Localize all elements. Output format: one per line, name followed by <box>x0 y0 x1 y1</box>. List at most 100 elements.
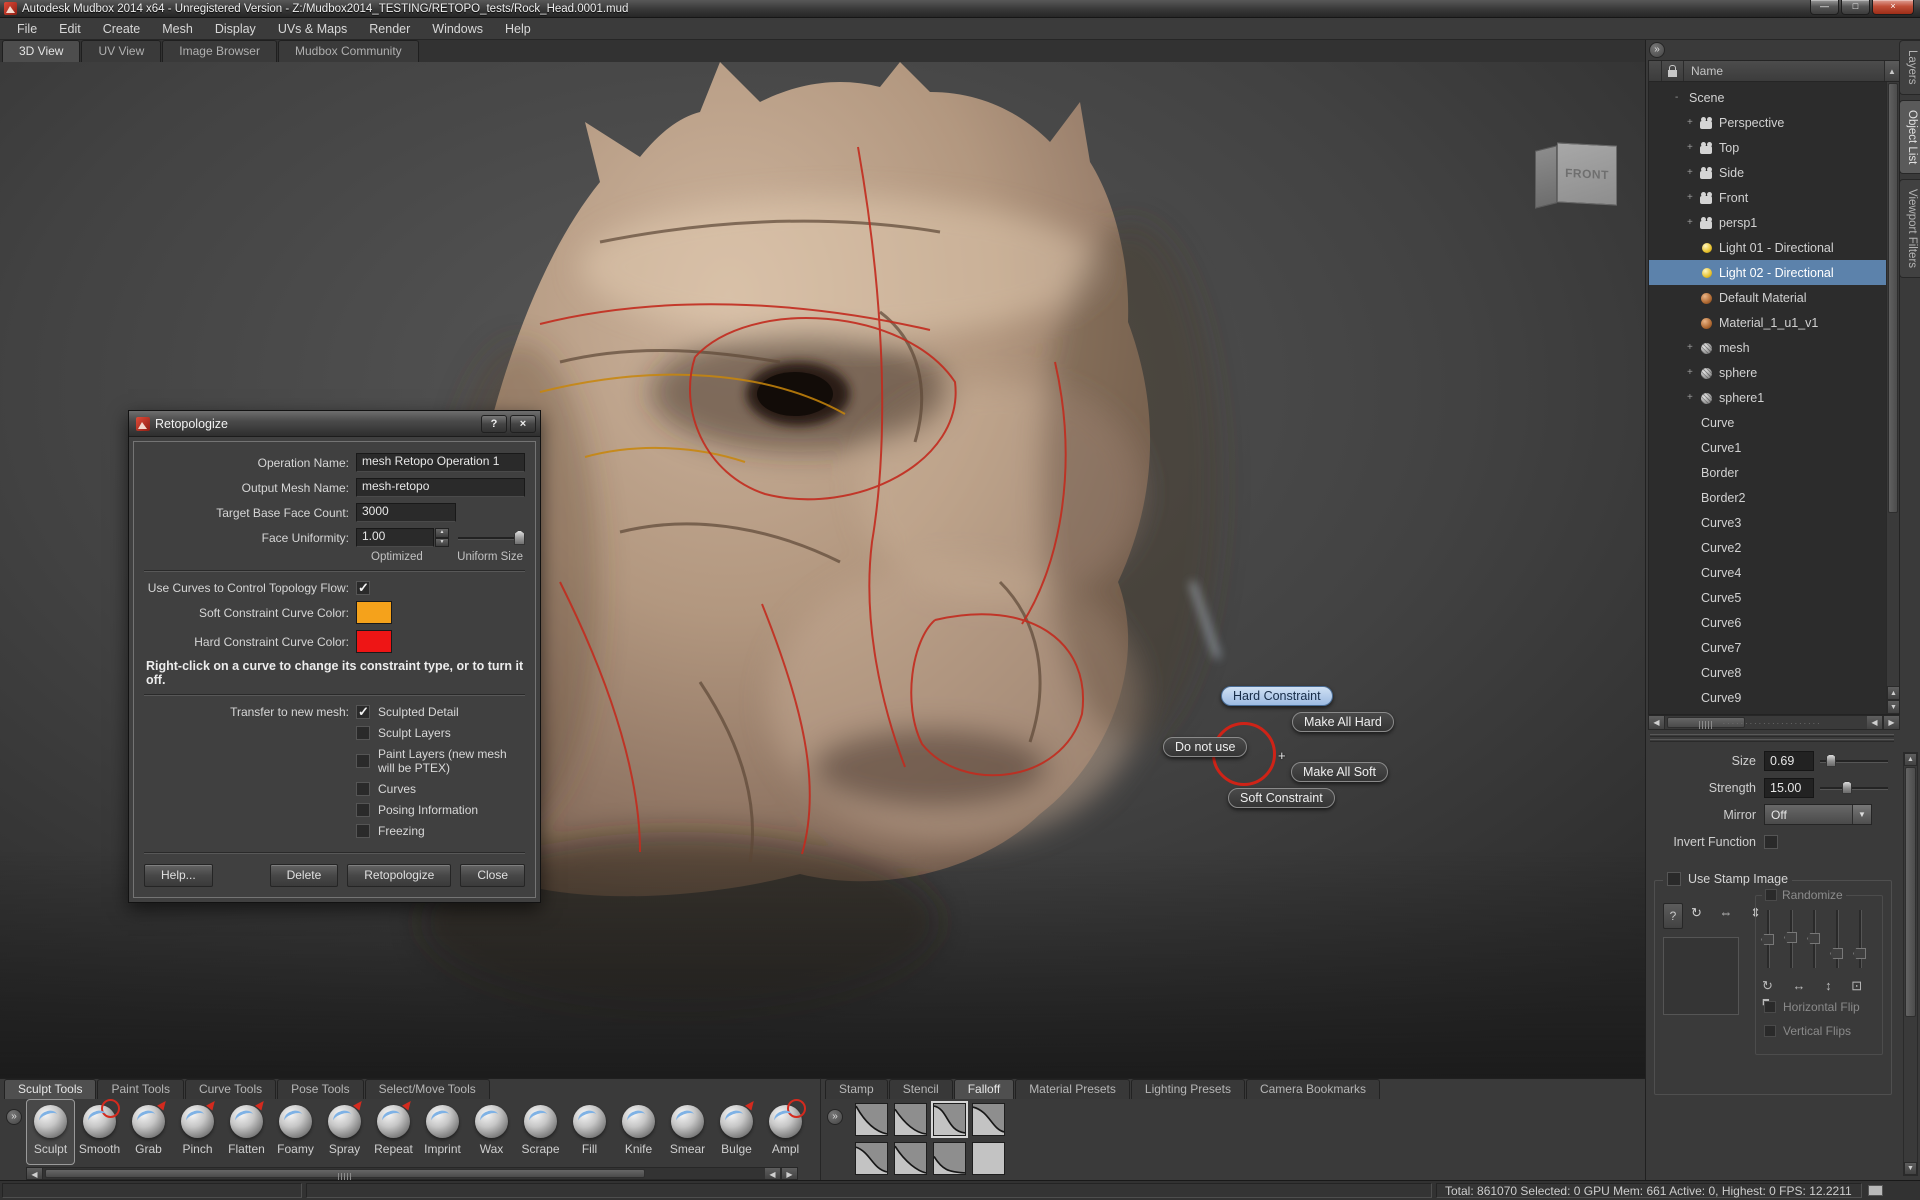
scroll-up-icon[interactable]: ▲ <box>1884 61 1899 81</box>
tree-item[interactable]: - Scene <box>1649 85 1899 110</box>
tool-tray-tab[interactable]: Pose Tools <box>277 1079 363 1099</box>
transfer-option-checkbox[interactable] <box>356 726 370 740</box>
tree-item[interactable]: Border <box>1649 460 1899 485</box>
tool-tray-tab[interactable]: Sculpt Tools <box>4 1079 96 1099</box>
tool-tray-tab[interactable]: Select/Move Tools <box>365 1079 490 1099</box>
tool-button[interactable]: Bulge <box>712 1099 761 1165</box>
stepper-up-icon[interactable]: ▲ <box>435 528 449 538</box>
tool-button[interactable]: Wax <box>467 1099 516 1165</box>
transfer-option[interactable]: Freezing <box>356 824 525 838</box>
tree-expander[interactable]: + <box>1687 392 1699 403</box>
preset-tray-tab[interactable]: Stamp <box>825 1079 888 1099</box>
side-tab[interactable]: Object List <box>1899 100 1920 174</box>
dialog-button[interactable]: Close <box>460 864 525 887</box>
transfer-option-checkbox[interactable] <box>356 803 370 817</box>
tree-expander[interactable]: + <box>1687 117 1699 128</box>
tree-expander[interactable]: + <box>1687 142 1699 153</box>
operation-name-input[interactable]: mesh Retopo Operation 1 <box>356 453 525 472</box>
tree-item[interactable]: Curve <box>1649 410 1899 435</box>
view-cube-left-face[interactable] <box>1535 145 1557 208</box>
tool-button[interactable]: Ampl <box>761 1099 810 1165</box>
view-tab[interactable]: 3D View <box>2 40 80 62</box>
randomize-slider[interactable] <box>1810 910 1818 968</box>
tree-item[interactable]: + sphere1 <box>1649 385 1899 410</box>
tool-button[interactable]: Scrape <box>516 1099 565 1165</box>
tool-tray-tab[interactable]: Paint Tools <box>97 1079 183 1099</box>
preset-tray-tab[interactable]: Stencil <box>889 1079 953 1099</box>
vertical-flip-option[interactable]: Vertical Flips <box>1764 1024 1851 1038</box>
side-tab[interactable]: Viewport Filters <box>1899 179 1920 278</box>
tree-expander[interactable]: + <box>1687 192 1699 203</box>
soft-constraint-color-swatch[interactable] <box>356 601 392 624</box>
falloff-preset[interactable] <box>894 1103 927 1136</box>
scroll-down-icon[interactable]: ▼ <box>1887 700 1900 714</box>
falloff-preset[interactable] <box>894 1142 927 1175</box>
window-control-button[interactable]: □ <box>1841 0 1870 15</box>
scrollbar-thumb[interactable] <box>1905 767 1916 1017</box>
scroll-down-icon[interactable]: ▼ <box>1904 1162 1917 1175</box>
use-curves-checkbox[interactable] <box>356 581 370 595</box>
transfer-option-checkbox[interactable] <box>356 782 370 796</box>
mirror-dropdown[interactable]: Off ▼ <box>1764 804 1872 825</box>
use-stamp-checkbox[interactable] <box>1667 872 1681 886</box>
scrollbar-track[interactable] <box>645 1168 765 1179</box>
marking-menu-item[interactable]: Make All Hard <box>1292 712 1394 732</box>
tree-expander[interactable]: + <box>1687 367 1699 378</box>
tree-item[interactable]: Curve1 <box>1649 435 1899 460</box>
tree-vertical-scrollbar[interactable]: ▲ ▼ <box>1886 82 1899 714</box>
view-tab[interactable]: UV View <box>81 40 161 62</box>
face-count-input[interactable]: 3000 <box>356 503 456 522</box>
tree-item[interactable]: Curve3 <box>1649 510 1899 535</box>
tree-item[interactable]: + persp1 <box>1649 210 1899 235</box>
strength-input[interactable]: 15.00 <box>1764 778 1814 798</box>
tool-button[interactable]: Grab <box>124 1099 173 1165</box>
tool-button[interactable]: Imprint <box>418 1099 467 1165</box>
tray-expander-button[interactable]: » <box>827 1109 843 1125</box>
stamp-placeholder-button[interactable]: ? <box>1663 903 1683 929</box>
tool-button[interactable]: Smear <box>663 1099 712 1165</box>
slider-thumb[interactable] <box>514 530 525 545</box>
transfer-option-checkbox[interactable] <box>356 824 370 838</box>
transfer-option-checkbox[interactable] <box>356 705 370 719</box>
marking-menu-item[interactable]: Make All Soft <box>1291 762 1388 782</box>
size-input[interactable]: 0.69 <box>1764 751 1814 771</box>
slider-thumb[interactable] <box>1826 754 1836 767</box>
view-tab[interactable]: Image Browser <box>162 40 277 62</box>
window-control-button[interactable]: — <box>1810 0 1839 15</box>
hard-constraint-color-swatch[interactable] <box>356 630 392 653</box>
tree-item[interactable]: Light 02 - Directional <box>1649 260 1899 285</box>
randomize-slider[interactable] <box>1787 910 1795 968</box>
transfer-option[interactable]: Sculpt Layers <box>356 726 525 740</box>
dialog-help-button[interactable]: ? <box>481 415 507 433</box>
falloff-preset[interactable] <box>933 1142 966 1175</box>
scroll-up-icon[interactable]: ▲ <box>1904 753 1917 766</box>
view-cube[interactable]: FRONT <box>1535 138 1627 220</box>
transfer-option[interactable]: Posing Information <box>356 803 525 817</box>
view-tab[interactable]: Mudbox Community <box>278 40 419 62</box>
scroll-left-icon[interactable]: ◀ <box>765 1168 781 1179</box>
tree-item[interactable]: Curve9 <box>1649 685 1899 710</box>
output-mesh-name-input[interactable]: mesh-retopo <box>356 478 525 497</box>
falloff-preset[interactable] <box>972 1142 1005 1175</box>
scroll-left-icon[interactable]: ◀ <box>27 1168 43 1179</box>
tool-button[interactable]: Spray <box>320 1099 369 1165</box>
stepper-down-icon[interactable]: ▼ <box>435 538 449 548</box>
tool-button[interactable]: Smooth <box>75 1099 124 1165</box>
tool-button[interactable]: Pinch <box>173 1099 222 1165</box>
dialog-button[interactable]: Delete <box>270 864 339 887</box>
face-uniformity-stepper[interactable]: ▲▼ <box>435 528 449 547</box>
tree-item[interactable]: Curve8 <box>1649 660 1899 685</box>
face-uniformity-slider[interactable] <box>458 528 525 547</box>
horizontal-flip-checkbox[interactable] <box>1764 1001 1776 1013</box>
scroll-up-icon[interactable]: ▲ <box>1887 686 1900 700</box>
lock-column-button[interactable] <box>1662 61 1684 81</box>
tree-item[interactable]: Light 01 - Directional <box>1649 235 1899 260</box>
tree-item[interactable]: + Front <box>1649 185 1899 210</box>
marking-menu-item[interactable]: Hard Constraint <box>1221 686 1333 706</box>
falloff-preset[interactable] <box>855 1142 888 1175</box>
menu-item[interactable]: Display <box>204 19 267 39</box>
horizontal-flip-option[interactable]: Horizontal Flip <box>1764 1000 1860 1014</box>
tree-expander[interactable]: + <box>1687 167 1699 178</box>
randomize-slider[interactable] <box>1833 910 1841 968</box>
preset-tray-tab[interactable]: Camera Bookmarks <box>1246 1079 1380 1099</box>
